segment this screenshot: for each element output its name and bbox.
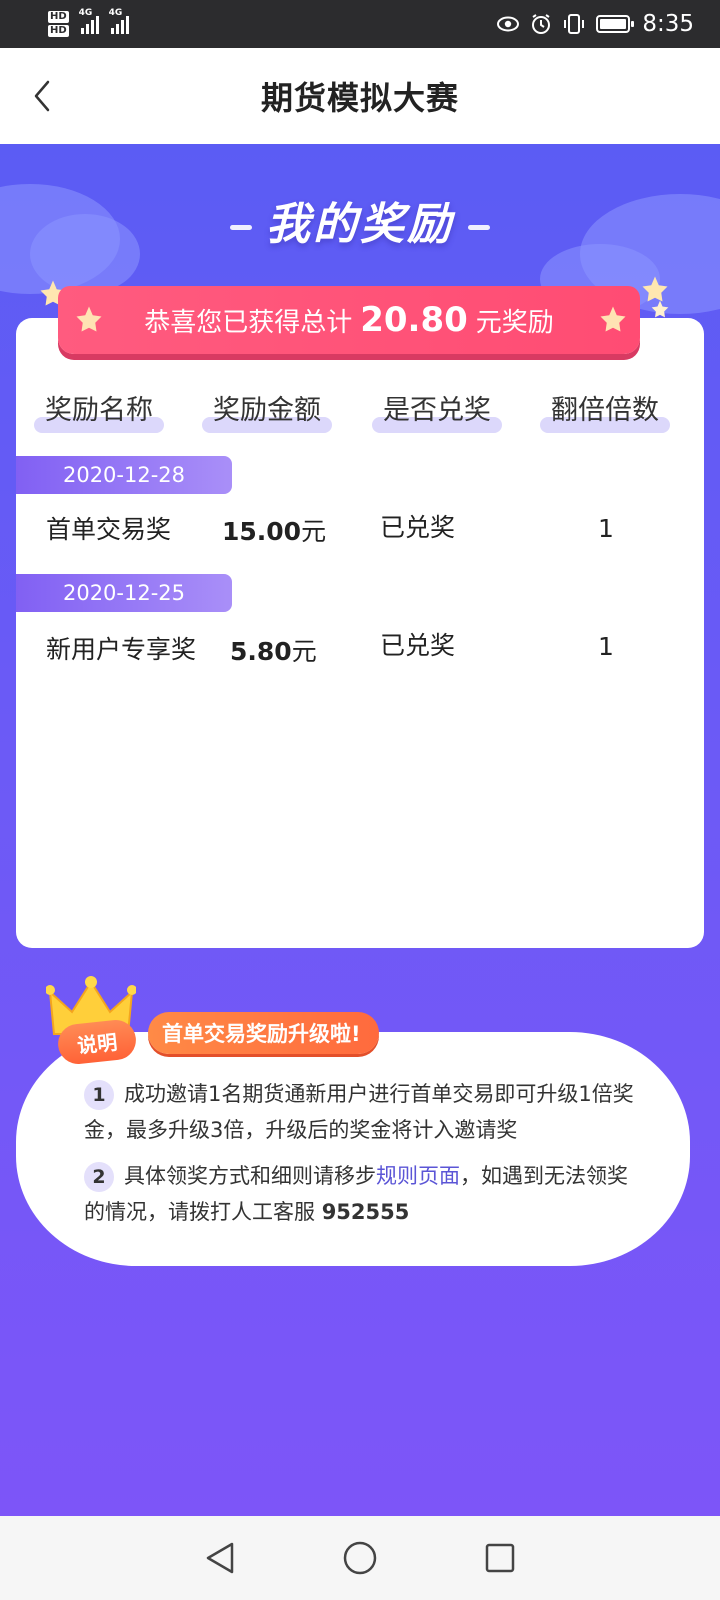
rewards-card: 奖励名称 奖励金额 是否兑奖 翻倍倍数 2020-12-28 首单交易奖 15.…: [16, 318, 704, 948]
vibrate-icon: [564, 14, 585, 34]
notes-headline: 首单交易奖励升级啦!: [148, 1012, 379, 1054]
system-nav-bar: [0, 1516, 720, 1600]
nav-home-button[interactable]: [338, 1536, 382, 1580]
banner-prefix: 恭喜您已获得总计: [144, 307, 353, 338]
date-tag: 2020-12-28: [16, 456, 232, 494]
reward-amount: 15.00元: [222, 512, 326, 548]
banner-suffix: 元奖励: [475, 307, 554, 338]
battery-icon: [596, 15, 635, 33]
reward-name: 新用户专享奖: [46, 635, 197, 664]
network-type: 4G: [78, 8, 93, 18]
service-phone[interactable]: 952555: [322, 1200, 410, 1224]
date-tag: 2020-12-25: [16, 574, 232, 612]
banner-amount: 20.80: [360, 300, 468, 340]
column-header: 奖励金额: [202, 388, 332, 433]
note-text: 成功邀请1名期货通新用户进行首单交易即可升级1倍奖金，最多升级3倍，升级后的奖金…: [84, 1082, 634, 1142]
note-item: 2 具体领奖方式和细则请移步规则页面，如遇到无法领奖的情况，请拨打人工客服 952…: [84, 1158, 644, 1230]
star-icon: [651, 300, 669, 318]
multiplier: 1: [598, 514, 614, 543]
section-title: 我的奖励: [0, 188, 720, 252]
column-header: 翻倍倍数: [540, 388, 670, 433]
triangle-back-icon: [206, 1542, 234, 1574]
chevron-left-icon: [34, 80, 50, 112]
app-header: 期货模拟大赛: [0, 48, 720, 144]
amount-unit: 元: [301, 517, 327, 546]
hd-badge: HD: [48, 11, 69, 23]
note-number: 2: [84, 1162, 114, 1192]
status-left: HD HD 4G 4G: [48, 8, 129, 37]
network-type: 4G: [108, 8, 123, 18]
amount-value: 5.80: [230, 637, 292, 666]
nav-recents-button[interactable]: [478, 1536, 522, 1580]
eye-icon: [497, 16, 520, 32]
alarm-icon: [532, 14, 551, 34]
notes-card: [16, 1032, 690, 1266]
rules-page-link[interactable]: 规则页面: [376, 1164, 460, 1188]
column-header: 是否兑奖: [372, 388, 502, 433]
status-right: 8:35: [496, 11, 694, 37]
hd-badge: HD: [48, 25, 69, 37]
note-number: 1: [84, 1080, 114, 1110]
redeem-status: 已兑奖: [380, 513, 456, 542]
title-dash: [230, 224, 252, 230]
clock: 8:35: [642, 11, 694, 37]
star-icon: [76, 306, 102, 332]
page-title: 期货模拟大赛: [260, 79, 459, 117]
main-content: 我的奖励 恭喜您已获得总计 20.80 元奖励 奖励名称 奖励金额 是否兑奖 翻…: [0, 144, 720, 1516]
table-header: 奖励名称 奖励金额 是否兑奖 翻倍倍数: [16, 388, 704, 438]
nav-back-button[interactable]: [198, 1536, 242, 1580]
amount-unit: 元: [291, 637, 317, 666]
amount-value: 15.00: [222, 517, 302, 546]
hd-indicators: HD HD: [48, 11, 69, 37]
multiplier: 1: [598, 632, 614, 661]
note-text: 具体领奖方式和细则请移步: [124, 1164, 376, 1188]
status-bar: HD HD 4G 4G 8:35: [0, 0, 720, 48]
redeem-status: 已兑奖: [380, 631, 456, 660]
signal-icon: 4G: [109, 8, 129, 34]
signal-icon: 4G: [79, 8, 99, 34]
back-button[interactable]: [22, 76, 62, 116]
circle-home-icon: [343, 1541, 377, 1575]
total-reward-banner: 恭喜您已获得总计 20.80 元奖励: [58, 286, 640, 354]
column-header: 奖励名称: [34, 388, 164, 433]
reward-amount: 5.80元: [230, 632, 317, 668]
section-title-text: 我的奖励: [266, 199, 454, 250]
square-recents-icon: [485, 1543, 515, 1573]
star-icon: [600, 306, 626, 332]
title-dash: [468, 224, 490, 230]
reward-name: 首单交易奖: [46, 515, 172, 544]
note-item: 1 成功邀请1名期货通新用户进行首单交易即可升级1倍奖金，最多升级3倍，升级后的奖…: [84, 1076, 644, 1148]
